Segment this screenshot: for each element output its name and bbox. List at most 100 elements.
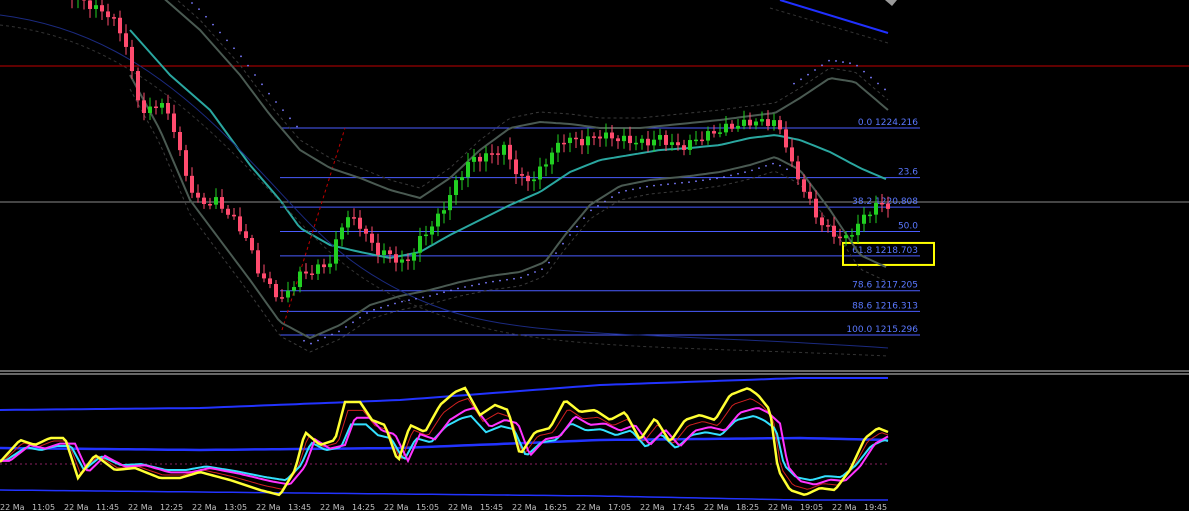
sar-dot [653,184,655,187]
candle-body [214,197,218,205]
sar-dot [597,205,599,207]
candle-body [688,140,692,150]
candle-body [886,203,890,209]
candle-body [814,198,818,218]
x-tick-label: 22 Ma [384,503,409,511]
x-tick-label: 13:05 [224,503,247,511]
candle-body [808,191,812,199]
candle-body [250,238,254,251]
x-tick-label: 11:45 [96,503,119,511]
candle-body [490,153,494,155]
sar-dot [198,8,200,11]
candle-body [712,131,716,134]
sar-dot [422,296,424,299]
candle-body [634,142,638,145]
candle-body [496,153,500,155]
sar-dot [856,64,858,67]
trading-chart: 0.0 1224.216 23.6 38.2 1220.808 50.0 61.8 12… [0,0,1189,511]
sar-dot [457,287,459,290]
candle-body [844,235,848,239]
sar-dot [408,299,410,302]
sar-dot [296,125,298,128]
candle-body [394,254,398,263]
x-tick-label: 14:25 [352,503,375,511]
candle-body [316,264,320,274]
candle-body [424,234,428,237]
x-tick-label: 19:05 [800,503,823,511]
sar-dot [884,88,886,91]
candle-body [160,103,164,108]
candle-body [442,210,446,214]
sar-dot [478,283,480,286]
sar-dot [317,339,319,342]
candle-body [478,156,482,162]
sar-dot [695,180,697,183]
sar-dot [226,39,228,42]
candle-body [796,161,800,180]
candle-body [856,223,860,236]
candle-body [622,135,626,142]
sar-dot [604,200,606,203]
candle-body [334,239,338,264]
candle-body [340,227,344,240]
sar-dot [821,64,823,67]
sar-dot [205,15,207,18]
candle-body [700,139,704,142]
sar-dot [555,252,557,255]
sar-dot [268,92,270,95]
sar-dot [534,271,536,273]
candle-body [256,250,260,274]
candle-body [508,144,512,160]
candle-body [544,164,548,167]
candle-body [130,46,134,72]
sar-dot [380,306,382,309]
x-tick-label: 22 Ma [192,503,217,511]
candle-body [88,0,92,9]
x-tick-label: 22 Ma [0,503,25,511]
fib-level-label: 100.0 1215.296 [846,325,918,335]
candle-body [646,138,650,146]
candle-body [562,142,566,145]
candle-body [520,174,524,176]
x-tick-label: 15:05 [416,503,439,511]
candle-body [154,106,158,109]
x-tick-label: 22 Ma [640,503,665,511]
candle-body [502,144,506,155]
x-tick-label: 22 Ma [704,503,729,511]
sar-dot [870,76,872,79]
candle-body [370,233,374,243]
sar-dot [366,312,368,314]
x-tick-label: 22 Ma [128,503,153,511]
sar-dot [681,181,683,184]
sar-dot [835,60,837,62]
candle-body [148,106,152,114]
candle-body [526,175,530,182]
candle-body [580,138,584,146]
sar-dot [877,82,879,85]
x-tick-label: 22 Ma [448,503,473,511]
candle-body [550,152,554,165]
sar-dot [576,225,578,228]
candle-body [136,71,140,101]
sar-dot [247,64,249,67]
candle-body [598,136,602,139]
sar-dot [646,185,648,188]
sar-dot [842,61,844,63]
x-tick-label: 22 Ma [832,503,857,511]
sar-dot [520,276,522,279]
x-tick-label: 11:05 [32,503,55,511]
candle-body [244,231,248,239]
sar-dot [674,182,676,185]
sar-dot [471,284,473,287]
sar-dot [709,178,711,181]
candle-body [268,278,272,285]
x-tick-label: 22 Ma [768,503,793,511]
sar-dot [569,234,571,236]
x-tick-label: 22 Ma [64,503,89,511]
candle-body [880,202,884,205]
candle-body [538,166,542,180]
candle-body [118,17,122,34]
candle-body [754,121,758,126]
sar-dot [667,183,669,186]
sar-dot [282,109,284,112]
